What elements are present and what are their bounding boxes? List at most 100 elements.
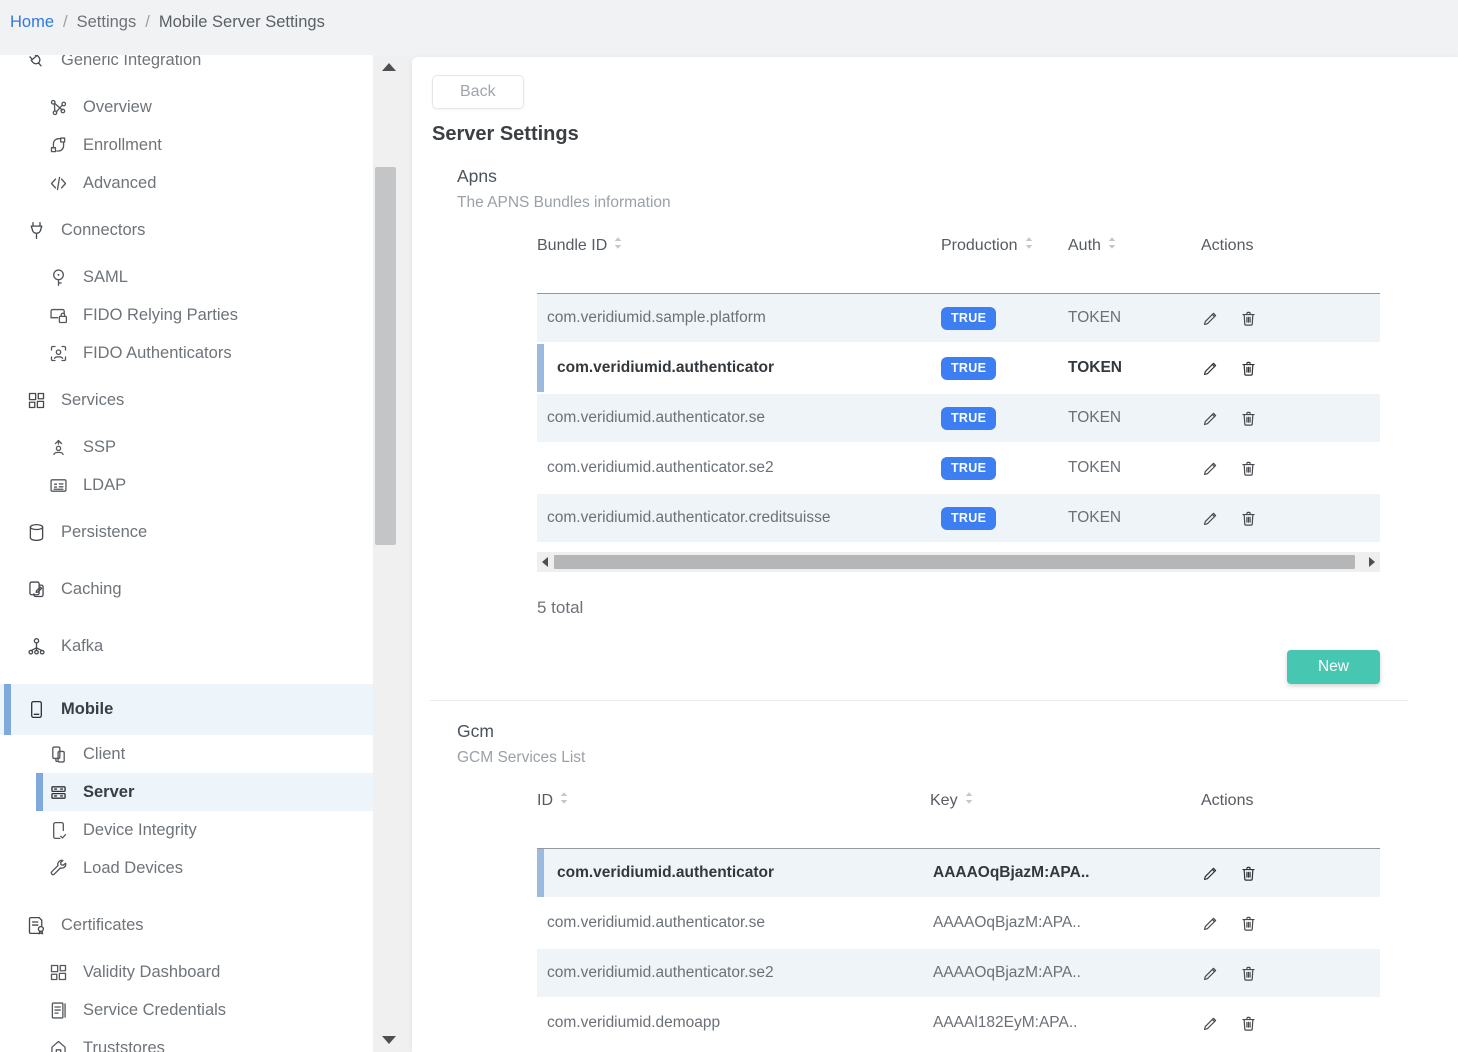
gcm-table-row[interactable]: com.veridiumid.authenticator.seAAAAOqBja… <box>537 899 1380 949</box>
column-header-id[interactable]: ID <box>537 791 930 810</box>
sidebar-item-label: LDAP <box>83 476 126 495</box>
sidebar-item-label: Truststores <box>83 1039 165 1052</box>
edit-pencil-icon[interactable] <box>1201 964 1220 983</box>
column-header-key[interactable]: Key <box>930 791 1191 810</box>
sidebar-item-generic-integration[interactable]: Generic Integration <box>0 55 373 79</box>
bundle-id-cell: com.veridiumid.authenticator <box>537 359 941 377</box>
person-up-icon <box>48 437 69 458</box>
edit-pencil-icon[interactable] <box>1201 1014 1220 1033</box>
key-cell: AAAAOqBjazM:APA.. <box>930 914 1191 932</box>
edit-pencil-icon[interactable] <box>1201 359 1220 378</box>
sidebar-item-client[interactable]: Client <box>0 735 373 773</box>
breadcrumb-home[interactable]: Home <box>10 13 54 32</box>
apns-table-row[interactable]: com.veridiumid.authenticator.creditsuiss… <box>537 494 1380 544</box>
sidebar-item-services[interactable]: Services <box>0 381 373 419</box>
sidebar-item-persistence[interactable]: Persistence <box>0 513 373 551</box>
horizontal-scroll-thumb[interactable] <box>554 555 1355 569</box>
apns-table-row[interactable]: com.veridiumid.sample.platformTRUETOKEN <box>537 294 1380 344</box>
delete-trash-icon[interactable] <box>1239 509 1258 528</box>
column-header-label: Production <box>941 237 1018 255</box>
delete-trash-icon[interactable] <box>1239 409 1258 428</box>
sidebar-item-fido-relying-parties[interactable]: FIDO Relying Parties <box>0 296 373 334</box>
sidebar-item-ssp[interactable]: SSP <box>0 428 373 466</box>
enrollment-icon <box>48 135 69 156</box>
delete-trash-icon[interactable] <box>1239 964 1258 983</box>
apns-horizontal-scrollbar[interactable] <box>537 552 1380 572</box>
sort-icon[interactable] <box>613 236 623 255</box>
sidebar-item-validity-dashboard[interactable]: Validity Dashboard <box>0 953 373 991</box>
sidebar-item-connectors[interactable]: Connectors <box>0 211 373 249</box>
copy-docs-icon <box>26 579 47 600</box>
sidebar-item-server[interactable]: Server <box>36 773 373 811</box>
apns-title: Apns <box>457 166 1458 187</box>
apns-table-row[interactable]: com.veridiumid.authenticatorTRUETOKEN <box>537 344 1380 394</box>
sidebar-item-label: Server <box>83 783 134 802</box>
scroll-up-arrow-icon[interactable] <box>382 63 396 71</box>
overview-icon <box>48 97 69 118</box>
generic-integration-icon <box>26 55 47 71</box>
edit-pencil-icon[interactable] <box>1201 459 1220 478</box>
production-cell: TRUE <box>941 457 1068 480</box>
edit-pencil-icon[interactable] <box>1201 864 1220 883</box>
breadcrumb-current: Mobile Server Settings <box>159 13 325 32</box>
sort-icon[interactable] <box>559 791 569 810</box>
sidebar-item-truststores[interactable]: Truststores <box>0 1029 373 1052</box>
production-badge: TRUE <box>941 457 996 480</box>
sidebar-scrollbar[interactable] <box>373 55 412 1052</box>
vault-icon <box>48 1038 69 1052</box>
sidebar-item-label: Service Credentials <box>83 1001 226 1020</box>
sort-icon[interactable] <box>964 791 974 810</box>
share-nodes-icon <box>26 636 47 657</box>
sidebar-item-label: Generic Integration <box>61 55 201 70</box>
delete-trash-icon[interactable] <box>1239 864 1258 883</box>
apns-table-row[interactable]: com.veridiumid.authenticator.seTRUETOKEN <box>537 394 1380 444</box>
sort-icon[interactable] <box>1107 236 1117 255</box>
delete-trash-icon[interactable] <box>1239 359 1258 378</box>
gcm-table-row[interactable]: com.veridiumid.authenticatorAAAAOqBjazM:… <box>537 849 1380 899</box>
bundle-id-cell: com.veridiumid.authenticator.se <box>537 409 941 427</box>
mobile-icon <box>26 699 47 720</box>
sidebar-item-enrollment[interactable]: Enrollment <box>0 126 373 164</box>
edit-pencil-icon[interactable] <box>1201 409 1220 428</box>
back-button[interactable]: Back <box>432 75 524 109</box>
sidebar-item-saml[interactable]: SAML <box>0 258 373 296</box>
sidebar-item-ldap[interactable]: LDAP <box>0 466 373 504</box>
scroll-right-arrow-icon[interactable] <box>1369 557 1375 567</box>
column-header-bundle-id[interactable]: Bundle ID <box>537 236 941 255</box>
sidebar-item-mobile[interactable]: Mobile <box>0 684 373 735</box>
delete-trash-icon[interactable] <box>1239 459 1258 478</box>
sidebar-item-overview[interactable]: Overview <box>0 88 373 126</box>
delete-trash-icon[interactable] <box>1239 914 1258 933</box>
sidebar-item-label: Kafka <box>61 637 103 656</box>
edit-pencil-icon[interactable] <box>1201 509 1220 528</box>
sidebar-scroll-thumb[interactable] <box>375 167 396 545</box>
page-title: Server Settings <box>432 123 1458 146</box>
column-header-production[interactable]: Production <box>941 236 1068 255</box>
scroll-down-arrow-icon[interactable] <box>382 1036 396 1044</box>
sidebar-item-service-credentials[interactable]: Service Credentials <box>0 991 373 1029</box>
sort-icon[interactable] <box>1024 236 1034 255</box>
apns-table-row[interactable]: com.veridiumid.authenticator.se2TRUETOKE… <box>537 444 1380 494</box>
sidebar-item-certificates[interactable]: Certificates <box>0 906 373 944</box>
sidebar-item-label: SAML <box>83 268 128 287</box>
sidebar-item-advanced[interactable]: Advanced <box>0 164 373 202</box>
bundle-id-cell: com.veridiumid.authenticator.se2 <box>537 459 941 477</box>
edit-pencil-icon[interactable] <box>1201 914 1220 933</box>
sidebar-item-device-integrity[interactable]: Device Integrity <box>0 811 373 849</box>
sidebar-item-load-devices[interactable]: Load Devices <box>0 849 373 887</box>
column-header-auth[interactable]: Auth <box>1068 236 1191 255</box>
edit-pencil-icon[interactable] <box>1201 309 1220 328</box>
scroll-left-arrow-icon[interactable] <box>542 557 548 567</box>
sidebar-item-caching[interactable]: Caching <box>0 570 373 608</box>
sidebar-item-label: Overview <box>83 98 152 117</box>
gcm-table-row[interactable]: com.veridiumid.authenticator.se2AAAAOqBj… <box>537 949 1380 999</box>
sidebar-item-label: SSP <box>83 438 116 457</box>
gcm-table-row[interactable]: com.veridiumid.demoappAAAAl182EyM:APA.. <box>537 999 1380 1049</box>
screen-lock-icon <box>48 305 69 326</box>
plug-icon <box>26 220 47 241</box>
sidebar-item-fido-authenticators[interactable]: FIDO Authenticators <box>0 334 373 372</box>
delete-trash-icon[interactable] <box>1239 309 1258 328</box>
sidebar-item-kafka[interactable]: Kafka <box>0 627 373 665</box>
new-button[interactable]: New <box>1287 650 1380 684</box>
delete-trash-icon[interactable] <box>1239 1014 1258 1033</box>
